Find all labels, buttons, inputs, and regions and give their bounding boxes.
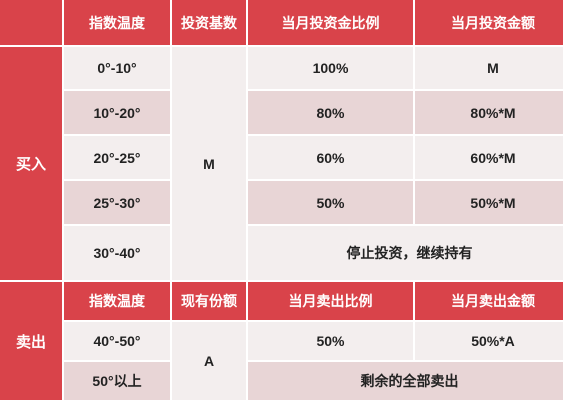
sell-header-index-temp: 指数温度 xyxy=(64,282,170,320)
sell-row-1-amount: 50%*A xyxy=(415,322,563,360)
header-invest-ratio: 当月投资金比例 xyxy=(248,0,413,45)
sell-header-amount: 当月卖出金额 xyxy=(415,282,563,320)
sell-base-value: A xyxy=(172,322,246,400)
header-invest-base: 投资基数 xyxy=(172,0,246,45)
header-index-temp: 指数温度 xyxy=(64,0,170,45)
buy-row-3-amount: 60%*M xyxy=(415,136,563,179)
buy-row-4-temp: 25°-30° xyxy=(64,181,170,224)
buy-base-value: M xyxy=(172,47,246,280)
buy-row-4-ratio: 50% xyxy=(248,181,413,224)
buy-row-1-temp: 0°-10° xyxy=(64,47,170,89)
buy-row-1-amount: M xyxy=(415,47,563,89)
sell-row-2-note: 剩余的全部卖出 xyxy=(248,362,563,400)
header-invest-amount: 当月投资金额 xyxy=(415,0,563,45)
buy-row-4-amount: 50%*M xyxy=(415,181,563,224)
investment-strategy-table: 指数温度 投资基数 当月投资金比例 当月投资金额 买入 0°-10° M 100… xyxy=(0,0,563,404)
sell-row-2-temp: 50°以上 xyxy=(64,362,170,400)
sell-section-label: 卖出 xyxy=(0,282,62,400)
buy-row-2-ratio: 80% xyxy=(248,91,413,134)
buy-row-2-temp: 10°-20° xyxy=(64,91,170,134)
buy-row-5-temp: 30°-40° xyxy=(64,226,170,280)
buy-section-label: 买入 xyxy=(0,47,62,280)
buy-row-1-ratio: 100% xyxy=(248,47,413,89)
sell-header-holding: 现有份额 xyxy=(172,282,246,320)
buy-row-5-note: 停止投资，继续持有 xyxy=(248,226,563,280)
sell-row-1-temp: 40°-50° xyxy=(64,322,170,360)
buy-row-3-ratio: 60% xyxy=(248,136,413,179)
corner-cell xyxy=(0,0,62,45)
sell-header-ratio: 当月卖出比例 xyxy=(248,282,413,320)
buy-row-2-amount: 80%*M xyxy=(415,91,563,134)
sell-row-1-ratio: 50% xyxy=(248,322,413,360)
buy-row-3-temp: 20°-25° xyxy=(64,136,170,179)
